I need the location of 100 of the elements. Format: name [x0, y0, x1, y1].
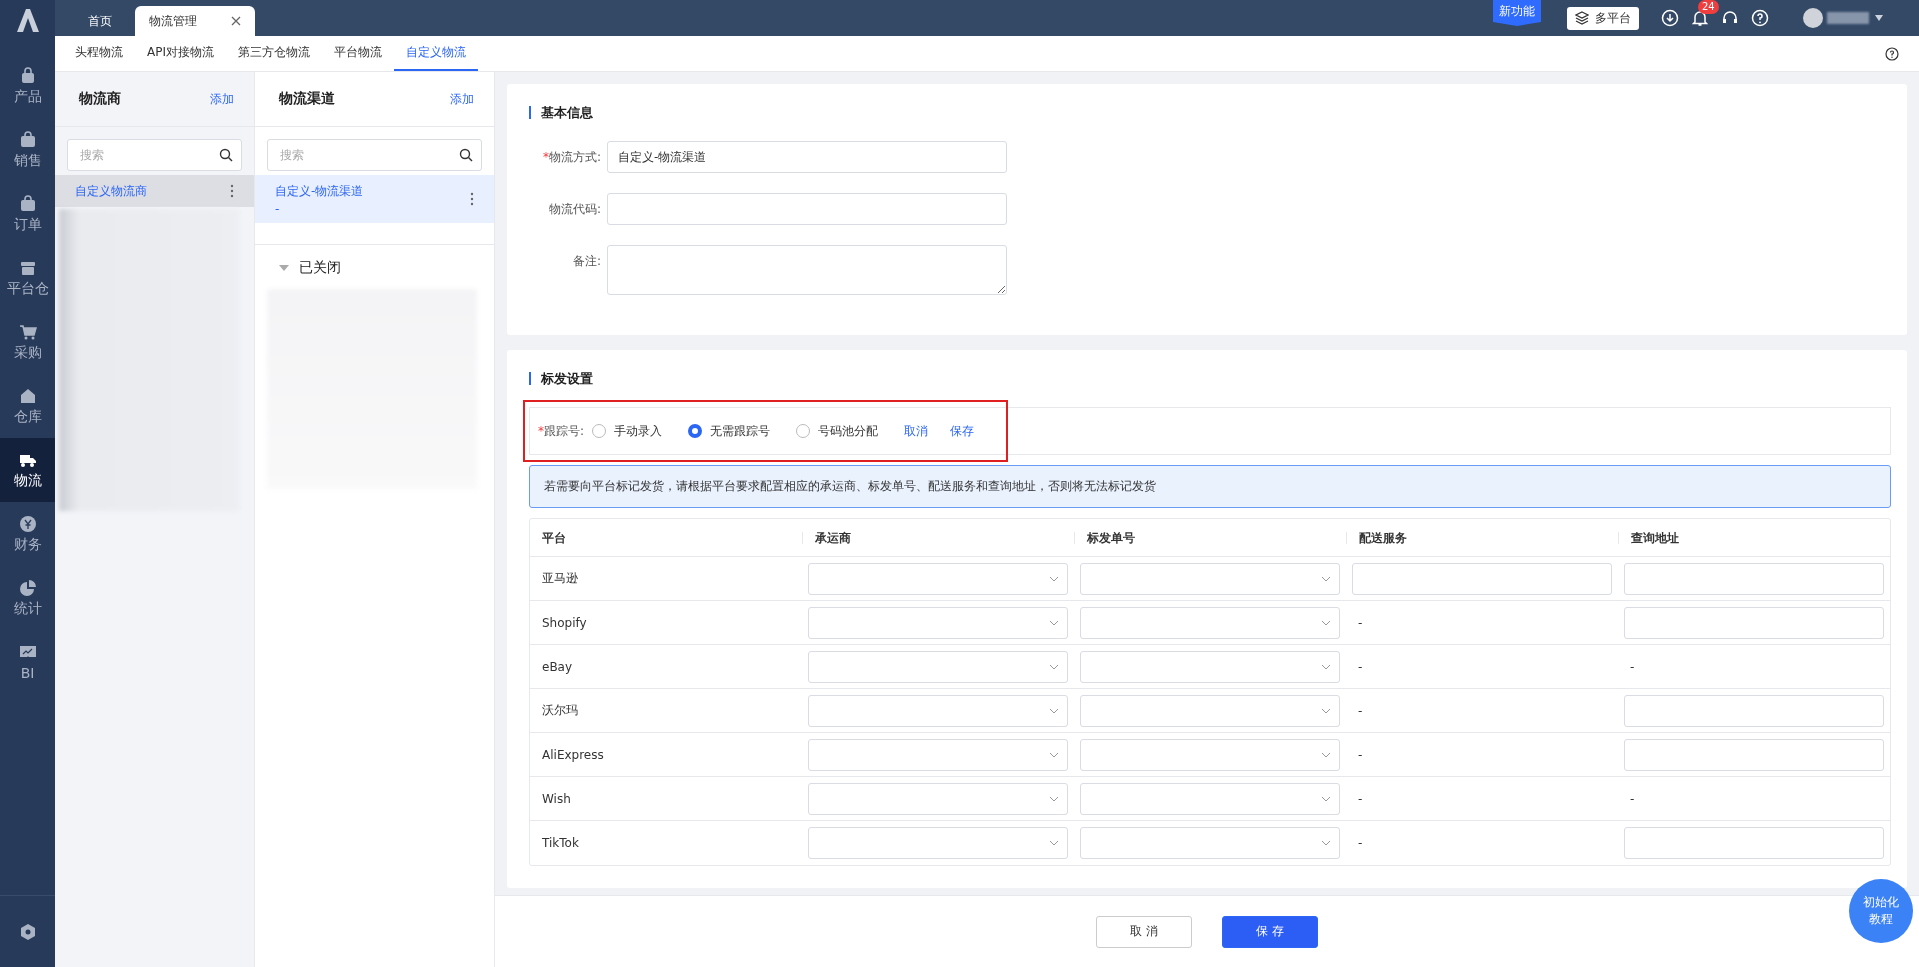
input-field[interactable] [1624, 562, 1884, 595]
column-header: 承运商 [802, 531, 1074, 544]
add-link[interactable]: 添加 [450, 90, 474, 108]
chevron-icon [1321, 663, 1331, 670]
search-field[interactable]: 搜索 [67, 139, 242, 171]
input-field[interactable] [1624, 738, 1884, 771]
select-field[interactable] [1080, 782, 1340, 815]
sub-tab[interactable]: 平台物流 [322, 36, 394, 71]
search-field[interactable]: 搜索 [267, 139, 482, 171]
input-field[interactable] [607, 245, 1007, 295]
page-tab[interactable]: 首页 [65, 6, 135, 36]
table-cell-text: AliExpress [541, 747, 605, 762]
more-icon[interactable] [470, 192, 474, 206]
radio-option[interactable]: 号码池分配 [796, 422, 879, 440]
select-field[interactable] [808, 782, 1068, 815]
nav-item[interactable]: 统计 [0, 566, 55, 630]
table-cell-text: eBay [541, 659, 574, 674]
chevron-icon [1049, 840, 1059, 846]
platform-button[interactable]: 多平台 [1567, 6, 1639, 30]
sub-tab[interactable]: 头程物流 [75, 36, 135, 71]
radio-icon[interactable] [688, 424, 703, 438]
input-field[interactable] [1624, 694, 1884, 727]
search-icon[interactable] [459, 148, 473, 162]
nav-item[interactable]: 产品 [0, 54, 55, 118]
input-field[interactable]: 自定义-物流渠道 [607, 141, 1007, 173]
download-icon[interactable] [1661, 9, 1679, 27]
input-field[interactable] [1352, 562, 1612, 595]
table-cell-text: - [1357, 747, 1364, 762]
house-icon [18, 386, 37, 405]
nav-item[interactable]: 物流 [0, 438, 55, 502]
nav-item[interactable]: 订单 [0, 182, 55, 246]
radio-icon[interactable] [592, 424, 607, 438]
provider-item[interactable]: 自定义物流商 [55, 175, 254, 207]
notification-count: 24 [1698, 0, 1719, 14]
select-field[interactable] [1080, 738, 1340, 771]
field-label: *跟踪号: [538, 422, 585, 440]
chevron-icon [1049, 575, 1059, 582]
bell-icon[interactable] [1691, 9, 1709, 27]
table-cell-text: - [1629, 659, 1636, 674]
table-cell-text: - [1357, 791, 1364, 806]
column-header: 配送服务 [1346, 531, 1618, 544]
radio-option[interactable]: 手动录入 [592, 422, 663, 440]
section-title: 标发设置 [529, 372, 1891, 385]
chevron-icon [1321, 840, 1331, 846]
channel-item[interactable]: 自定义-物流渠道 - [255, 175, 494, 223]
nav-item[interactable]: 销售 [0, 118, 55, 182]
sub-tab[interactable]: API对接物流 [135, 36, 226, 71]
select-field[interactable] [1080, 694, 1340, 727]
closed-group[interactable]: 已关闭 [255, 245, 494, 285]
nav-item[interactable]: BI [0, 630, 55, 694]
nav-item[interactable]: 平台仓 [0, 246, 55, 310]
cancel-link[interactable]: 取消 [904, 422, 929, 440]
table-cell-text: - [1629, 791, 1636, 806]
select-field[interactable] [808, 650, 1068, 683]
input-field[interactable] [1624, 606, 1884, 639]
help-icon[interactable] [1885, 46, 1899, 61]
add-link[interactable]: 添加 [210, 90, 234, 108]
chevron-icon [1049, 619, 1059, 626]
more-icon[interactable] [230, 184, 234, 198]
column-title: 物流商 [79, 90, 121, 108]
chevron-icon [1321, 751, 1331, 758]
select-field[interactable] [1080, 562, 1340, 595]
select-field[interactable] [808, 606, 1068, 639]
select-field[interactable] [808, 827, 1068, 859]
close-icon[interactable] [231, 16, 241, 26]
select-field[interactable] [808, 562, 1068, 595]
caret-icon[interactable] [1875, 15, 1883, 21]
field-label: 备注: [571, 253, 602, 270]
avatar[interactable] [1803, 8, 1823, 28]
chevron-icon [1321, 575, 1331, 582]
input-field[interactable] [1624, 827, 1884, 859]
select-field[interactable] [1080, 650, 1340, 683]
table-cell-text: 沃尔玛 [541, 702, 579, 719]
chevron-icon [1321, 619, 1331, 626]
select-field[interactable] [808, 694, 1068, 727]
nav-item[interactable]: 采购 [0, 310, 55, 374]
chevron-icon [1321, 707, 1331, 714]
search-icon[interactable] [219, 148, 233, 162]
page-tab[interactable]: 物流管理 [135, 6, 255, 36]
save-button[interactable]: 保 存 [1222, 915, 1318, 948]
select-field[interactable] [1080, 606, 1340, 639]
sub-tab[interactable]: 第三方仓物流 [226, 36, 322, 71]
cart-icon [18, 322, 37, 341]
nav-item[interactable]: 仓库 [0, 374, 55, 438]
select-field[interactable] [808, 738, 1068, 771]
radio-icon[interactable] [796, 424, 811, 438]
cancel-button[interactable]: 取 消 [1096, 915, 1192, 948]
new-feature-badge[interactable]: 新功能 [1493, 0, 1541, 26]
column-header: 查询地址 [1618, 531, 1890, 544]
radio-option[interactable]: 无需跟踪号 [688, 422, 771, 440]
save-link[interactable]: 保存 [950, 422, 975, 440]
input-field[interactable] [607, 193, 1007, 225]
table-cell-text: - [1357, 703, 1364, 718]
nav-item[interactable]: 财务 [0, 502, 55, 566]
section-title: 基本信息 [529, 106, 1891, 119]
column-header: 标发单号 [1074, 531, 1346, 544]
settings-icon[interactable] [18, 922, 37, 941]
chevron-icon [1049, 795, 1059, 802]
pie-chart-icon [18, 578, 37, 597]
select-field[interactable] [1080, 827, 1340, 859]
